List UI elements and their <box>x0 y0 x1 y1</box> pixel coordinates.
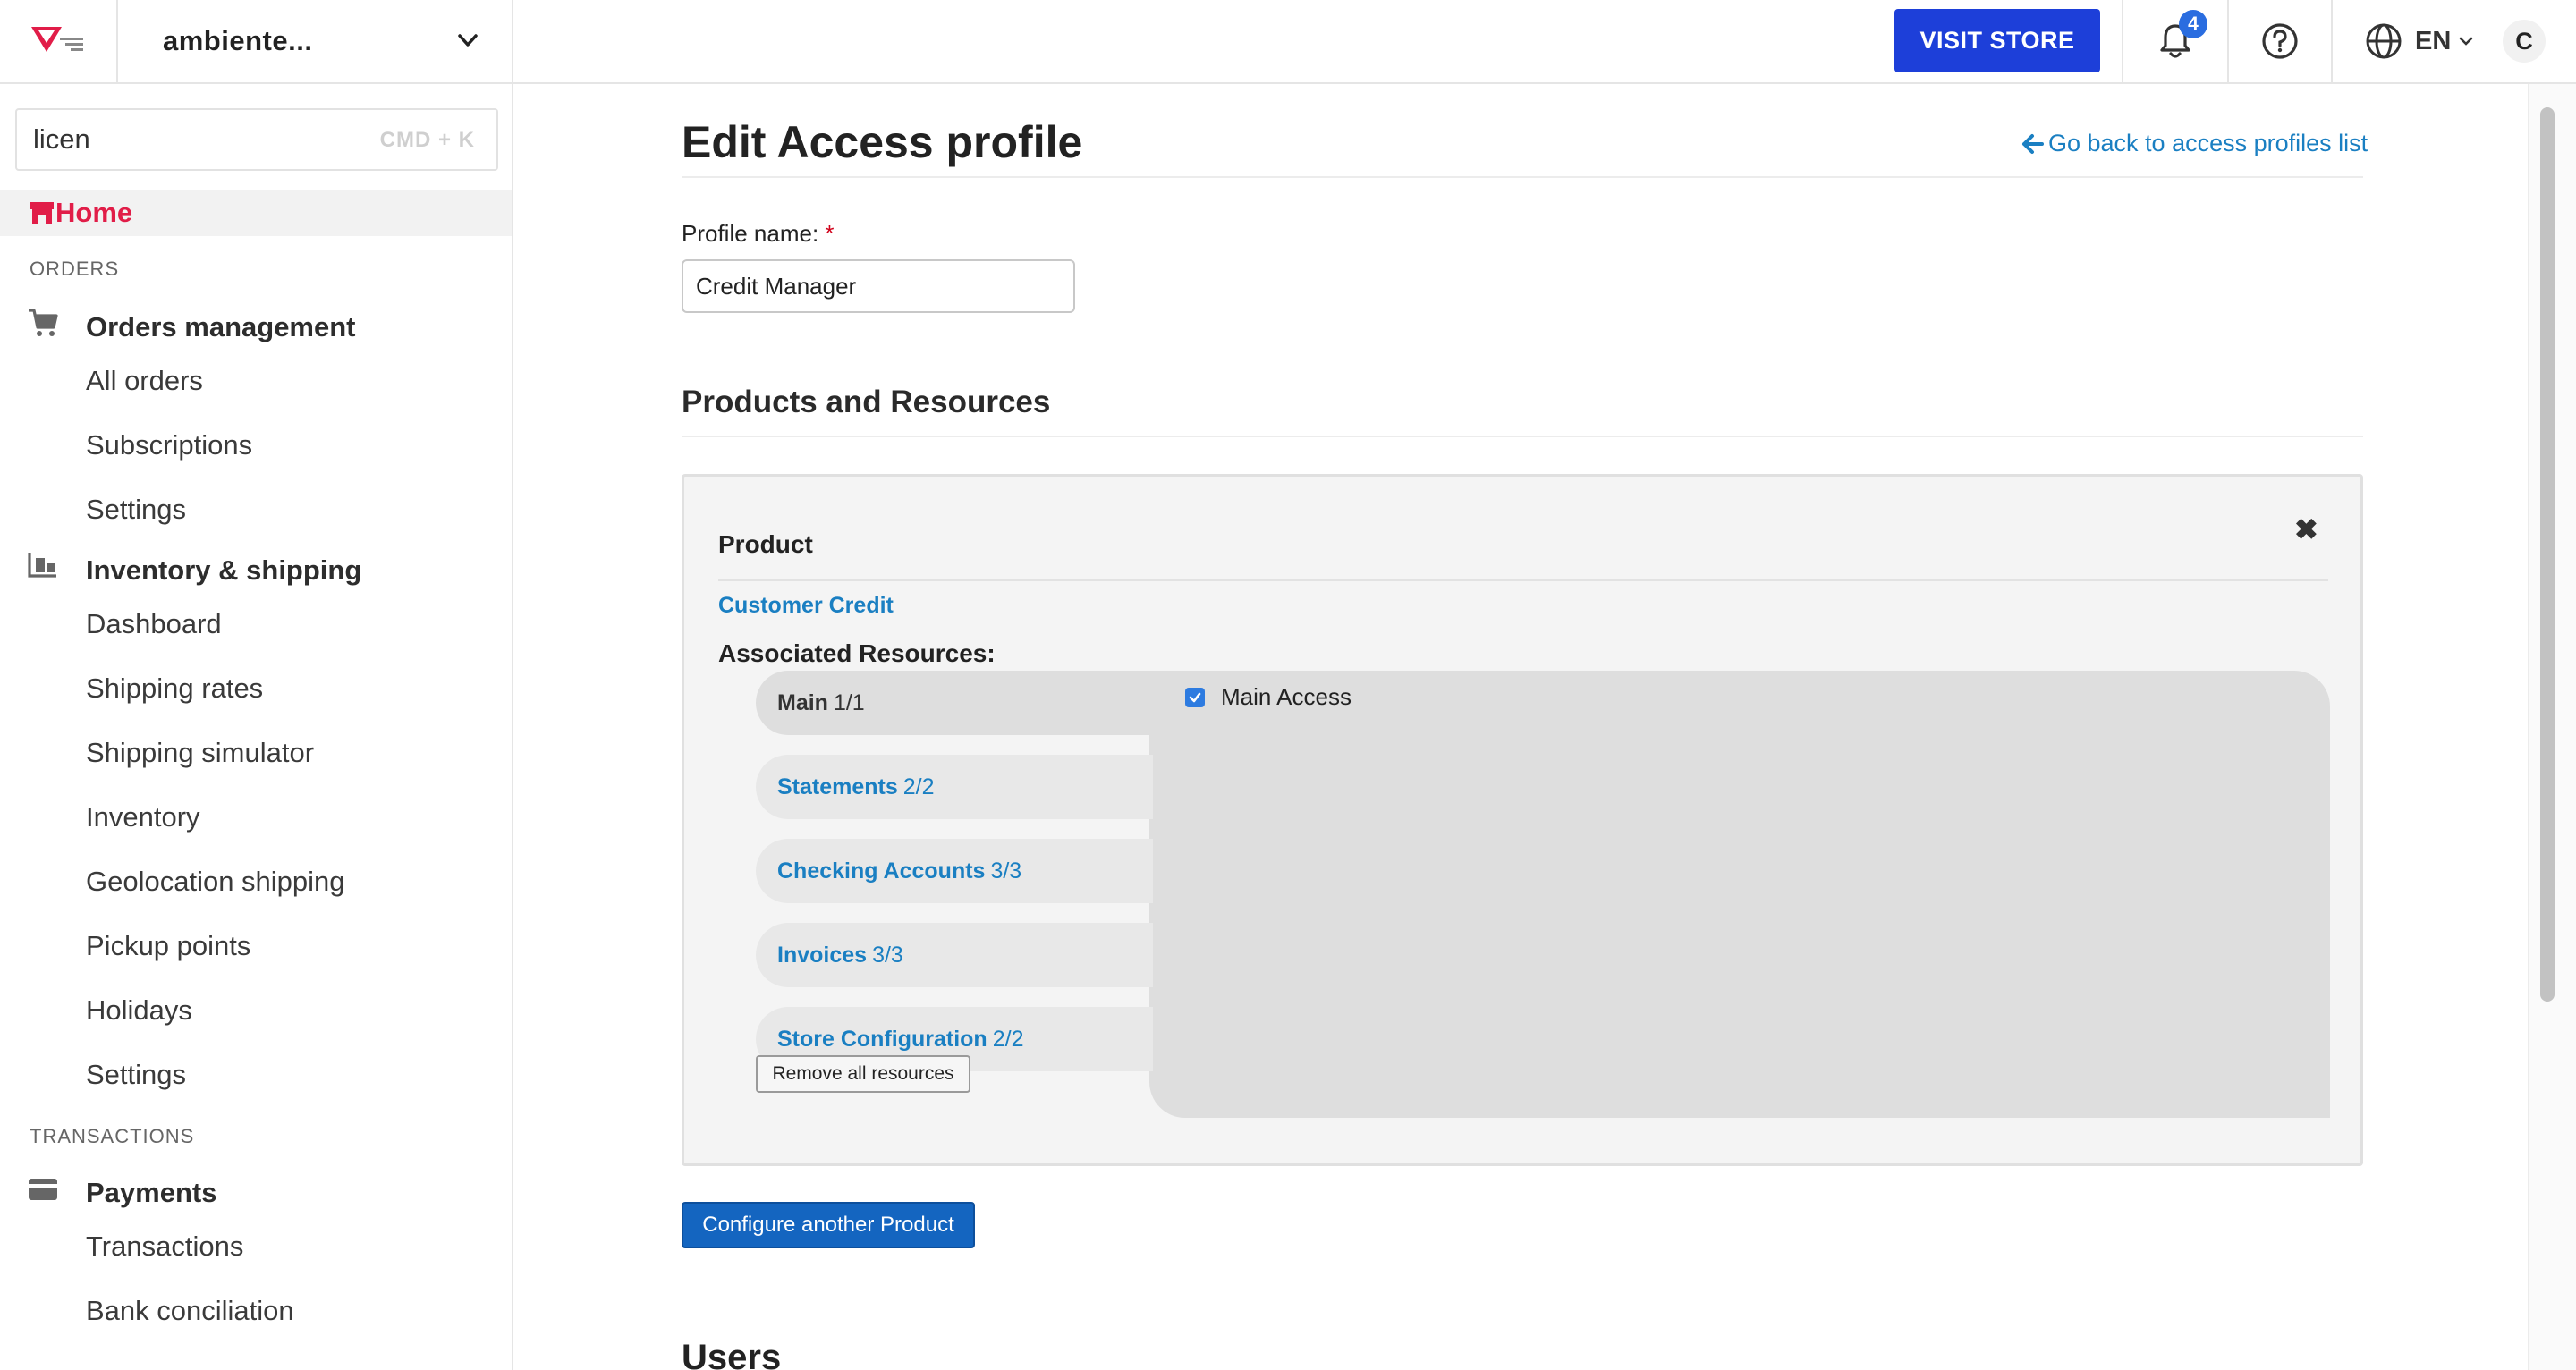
divider <box>718 579 2328 581</box>
resource-count: 2/2 <box>992 1026 1024 1052</box>
store-icon <box>30 202 54 224</box>
cart-icon <box>29 309 58 336</box>
product-label: Product <box>718 530 813 558</box>
checkbox-checked-icon[interactable] <box>1185 687 1205 707</box>
help-button[interactable] <box>2227 0 2331 82</box>
associated-resources-label: Associated Resources: <box>718 639 996 667</box>
sidebar-item-inventory-settings[interactable]: Settings <box>86 1059 186 1091</box>
back-link-label: Go back to access profiles list <box>2048 130 2368 156</box>
resource-name: Store Configuration <box>777 1026 987 1052</box>
profile-name-label-text: Profile name: <box>682 220 819 247</box>
chevron-down-icon <box>2460 37 2473 46</box>
sidebar-item-geolocation-shipping[interactable]: Geolocation shipping <box>86 866 345 898</box>
search-shortcut: CMD + K <box>379 128 475 152</box>
resource-name: Checking Accounts <box>777 858 986 884</box>
sidebar-item-dashboard[interactable]: Dashboard <box>86 608 222 640</box>
configure-another-product-button[interactable]: Configure another Product <box>682 1202 975 1248</box>
resource-tab-checking-accounts[interactable]: Checking Accounts 3/3 <box>756 839 1153 903</box>
resource-tab-invoices[interactable]: Invoices 3/3 <box>756 923 1153 987</box>
sidebar-item-transactions[interactable]: Transactions <box>86 1230 243 1263</box>
sidebar-group-orders-management[interactable]: Orders management <box>86 311 356 343</box>
resource-count: 2/2 <box>902 774 935 799</box>
sidebar-item-pickup-points[interactable]: Pickup points <box>86 930 250 962</box>
sidebar-item-bank-conciliation[interactable]: Bank conciliation <box>86 1295 294 1327</box>
back-to-profiles-link[interactable]: Go back to access profiles list <box>2021 130 2368 157</box>
search-value: licen <box>33 123 90 155</box>
resource-detail-panel <box>1149 671 2330 1118</box>
visit-store-button[interactable]: VISIT STORE <box>1894 9 2100 72</box>
resource-name: Invoices <box>777 942 868 968</box>
sidebar-item-inventory[interactable]: Inventory <box>86 801 200 833</box>
language-selector[interactable]: EN C <box>2331 0 2576 82</box>
divider <box>682 176 2363 178</box>
section-transactions: TRANSACTIONS <box>30 1125 195 1147</box>
user-avatar[interactable]: C <box>2503 20 2546 63</box>
sidebar: licen CMD + K Home ORDERS Orders managem… <box>0 84 513 1370</box>
language-label: EN <box>2415 26 2452 55</box>
close-icon[interactable]: ✖ <box>2294 512 2318 546</box>
remove-all-resources-button[interactable]: Remove all resources <box>756 1055 970 1093</box>
sidebar-item-shipping-simulator[interactable]: Shipping simulator <box>86 737 314 769</box>
store-selector[interactable]: ambiente... <box>118 0 513 82</box>
section-orders: ORDERS <box>30 258 120 280</box>
sidebar-item-home[interactable]: Home <box>0 190 512 236</box>
sidebar-group-inventory-shipping[interactable]: Inventory & shipping <box>86 554 361 587</box>
sidebar-item-label: Home <box>55 197 133 228</box>
resource-count: 3/3 <box>990 858 1022 884</box>
credit-card-icon <box>29 1179 57 1200</box>
globe-icon <box>2366 23 2402 59</box>
sidebar-item-subscriptions[interactable]: Subscriptions <box>86 429 252 461</box>
main-access-label: Main Access <box>1221 683 1352 710</box>
profile-name-input[interactable] <box>682 259 1075 313</box>
resource-tab-main[interactable]: Main 1/1 <box>756 671 1153 735</box>
resource-count: 3/3 <box>872 942 903 968</box>
notification-badge: 4 <box>2179 10 2207 38</box>
resource-name: Main <box>777 689 828 715</box>
required-mark: * <box>825 220 835 247</box>
divider <box>682 436 2363 437</box>
sidebar-item-settings[interactable]: Settings <box>86 494 186 526</box>
vtex-logo-icon <box>31 27 83 52</box>
logo[interactable] <box>0 0 118 82</box>
sidebar-item-shipping-rates[interactable]: Shipping rates <box>86 672 263 705</box>
store-name: ambiente... <box>163 25 313 56</box>
sidebar-scrollbar[interactable] <box>512 86 513 354</box>
sidebar-item-all-orders[interactable]: All orders <box>86 365 203 397</box>
sidebar-item-holidays[interactable]: Holidays <box>86 994 192 1027</box>
help-icon <box>2262 23 2298 59</box>
page-scrollbar-thumb[interactable] <box>2540 107 2555 1002</box>
resource-name: Statements <box>777 774 898 799</box>
resource-count: 1/1 <box>833 689 865 715</box>
products-section-title: Products and Resources <box>682 385 1051 419</box>
search-input[interactable]: licen CMD + K <box>15 108 498 171</box>
page-title: Edit Access profile <box>682 117 1083 167</box>
top-bar: ambiente... VISIT STORE 4 EN C <box>0 0 2576 84</box>
product-name-link[interactable]: Customer Credit <box>718 593 894 619</box>
profile-name-label: Profile name: * <box>682 220 835 248</box>
inventory-icon <box>28 553 56 578</box>
product-config-panel: Product ✖ Customer Credit Associated Res… <box>682 474 2363 1166</box>
users-section-title: Users <box>682 1338 782 1370</box>
chevron-down-icon <box>458 34 478 47</box>
notifications-button[interactable]: 4 <box>2122 0 2227 82</box>
arrow-left-icon <box>2022 133 2044 154</box>
resource-tab-statements[interactable]: Statements 2/2 <box>756 755 1153 819</box>
main-access-option[interactable]: Main Access <box>1185 683 1352 711</box>
sidebar-group-payments[interactable]: Payments <box>86 1177 216 1209</box>
